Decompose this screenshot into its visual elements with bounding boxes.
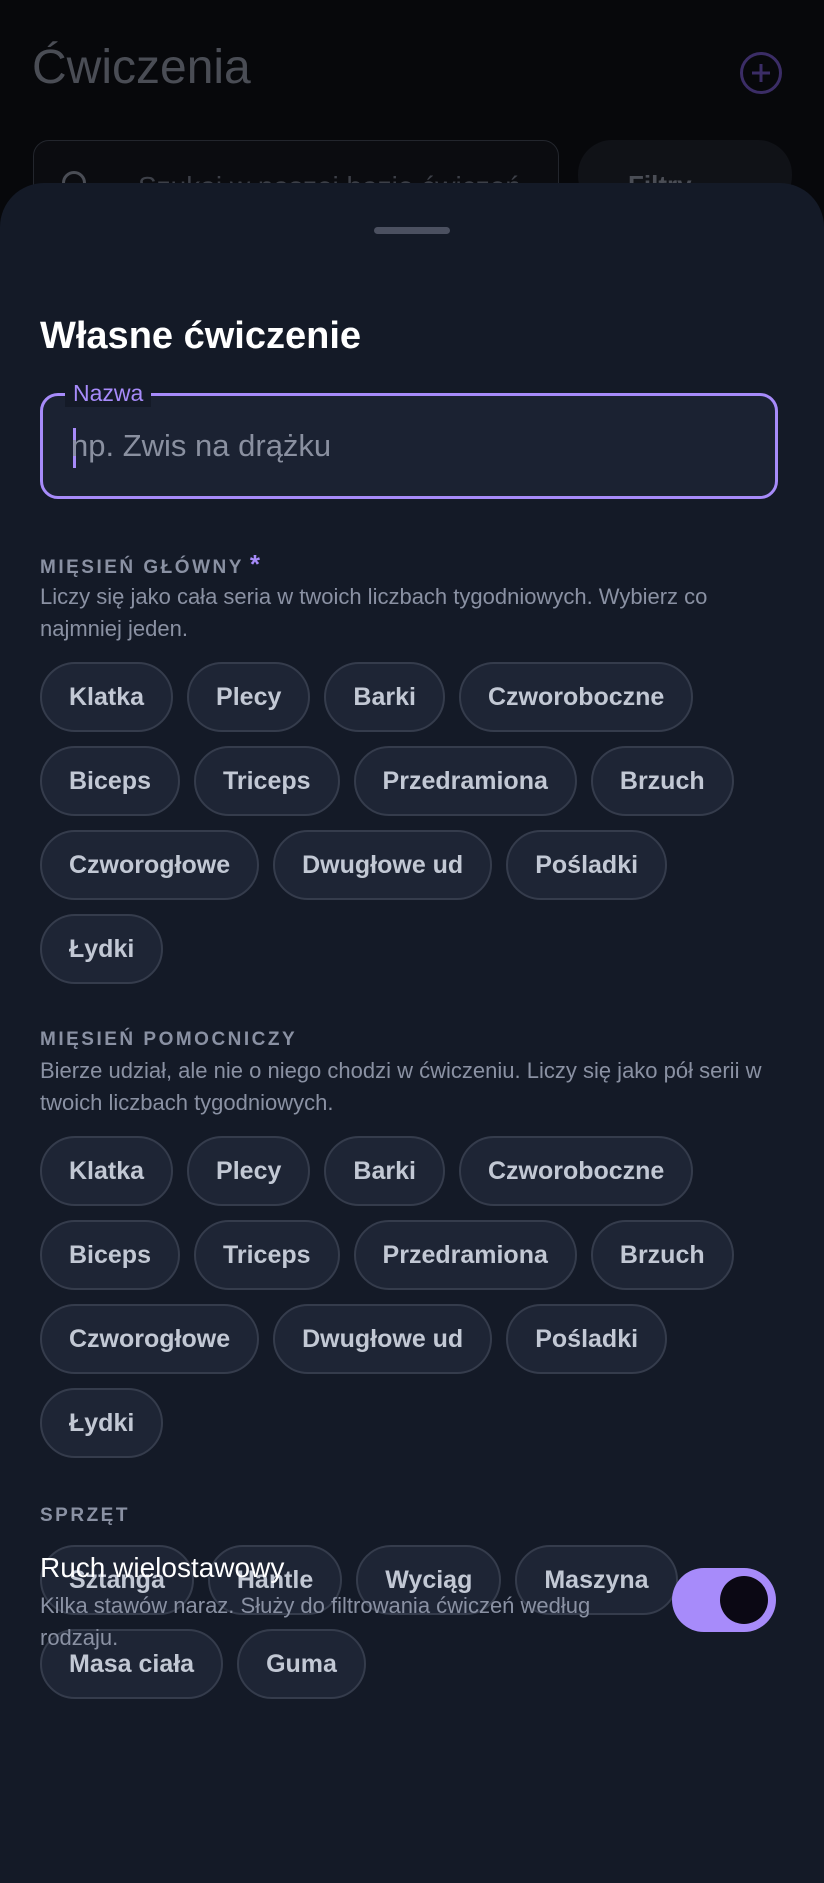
secondary-muscle-chips: Klatka Plecy Barki Czworoboczne Biceps Tricep…: [40, 1136, 790, 1458]
secondary-muscle-chip[interactable]: Klatka: [40, 1136, 174, 1206]
primary-muscle-chip[interactable]: Czworogłowe: [40, 830, 260, 900]
secondary-muscle-chip[interactable]: Barki: [324, 1136, 445, 1206]
page-title: Ćwiczenia: [32, 41, 251, 94]
primary-muscle-chip[interactable]: Pośladki: [506, 830, 668, 900]
primary-muscle-chip[interactable]: Brzuch: [590, 746, 734, 816]
primary-muscle-chip[interactable]: Łydki: [40, 914, 164, 984]
secondary-muscle-chip[interactable]: Plecy: [187, 1136, 311, 1206]
primary-muscle-chip[interactable]: Biceps: [40, 746, 180, 816]
compound-description: Kilka stawów naraz. Służy do filtrowania…: [40, 1593, 591, 1650]
secondary-muscle-chip[interactable]: Biceps: [40, 1220, 180, 1290]
secondary-muscle-label: MIĘSIEŃ POMOCNICZY: [40, 1029, 298, 1050]
primary-muscle-chip[interactable]: Barki: [324, 662, 445, 732]
secondary-muscle-chip[interactable]: Przedramiona: [353, 1220, 577, 1290]
add-exercise-icon[interactable]: [740, 52, 782, 94]
secondary-muscle-chip[interactable]: Pośladki: [506, 1304, 668, 1374]
secondary-muscle-chip[interactable]: Czworogłowe: [40, 1304, 260, 1374]
secondary-muscle-chip[interactable]: Brzuch: [590, 1220, 734, 1290]
name-field[interactable]: Nazwa: [40, 380, 778, 499]
sheet-title: Własne ćwiczenie: [40, 315, 362, 357]
primary-muscle-chip[interactable]: Klatka: [40, 662, 174, 732]
secondary-muscle-chip[interactable]: Czworoboczne: [458, 1136, 694, 1206]
compound-title: Ruch wielostawowy: [40, 1552, 285, 1583]
secondary-muscle-chip[interactable]: Łydki: [40, 1388, 164, 1458]
primary-muscle-chip[interactable]: Plecy: [187, 662, 311, 732]
primary-muscle-chip[interactable]: Dwugłowe ud: [273, 830, 493, 900]
secondary-muscle-chip[interactable]: Triceps: [193, 1220, 340, 1290]
name-input[interactable]: [71, 396, 751, 496]
custom-exercise-sheet: Własne ćwiczenie Nazwa MIĘSIEŃ GŁÓWNY* L…: [0, 183, 824, 1883]
primary-muscle-label: MIĘSIEŃ GŁÓWNY *: [40, 549, 260, 580]
primary-muscle-chips: Klatka Plecy Barki Czworoboczne Biceps Tricep…: [40, 662, 790, 984]
toggle-knob: [720, 1576, 768, 1624]
primary-muscle-chip[interactable]: Czworoboczne: [458, 662, 694, 732]
secondary-muscle-chip[interactable]: Dwugłowe ud: [273, 1304, 493, 1374]
secondary-muscle-description: Bierze udział, ale nie o niego chodzi w …: [40, 1058, 762, 1115]
compound-toggle[interactable]: [672, 1568, 776, 1632]
required-mark: *: [249, 549, 261, 579]
primary-muscle-label-text: MIĘSIEŃ GŁÓWNY: [40, 557, 244, 578]
primary-muscle-description: Liczy się jako cała seria w twoich liczb…: [40, 584, 708, 641]
equipment-label: SPRZĘT: [40, 1505, 130, 1526]
drag-handle[interactable]: [374, 227, 450, 234]
primary-muscle-chip[interactable]: Triceps: [193, 746, 340, 816]
primary-muscle-chip[interactable]: Przedramiona: [353, 746, 577, 816]
